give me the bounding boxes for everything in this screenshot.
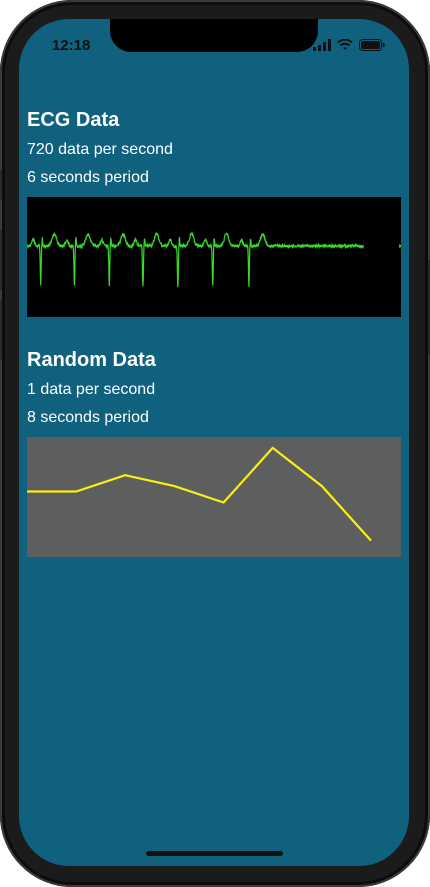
random-period-text: 8 seconds period [27,409,149,426]
ecg-period-text: 6 seconds period [27,169,149,186]
mute-switch [0,170,2,200]
phone-frame: 12:18 ECG Data 720 data per second 6 sec… [0,0,430,887]
random-section: Random Data 1 data per second 8 seconds … [27,348,401,428]
status-icons [313,38,385,52]
volume-up-button [0,230,2,290]
notch [110,19,318,52]
random-rate-text: 1 data per second [27,381,156,398]
battery-icon [359,39,385,51]
ecg-series-line-tail [398,243,401,248]
home-indicator[interactable] [146,851,283,856]
signal-icon [313,39,331,51]
ecg-chart [27,197,401,317]
random-title: Random Data [27,349,156,371]
app-screen: 12:18 ECG Data 720 data per second 6 sec… [19,19,409,866]
ecg-title: ECG Data [27,109,120,131]
random-chart-background [27,437,401,557]
status-time: 12:18 [52,37,91,54]
volume-down-button [0,300,2,360]
wifi-icon [337,39,353,50]
ecg-section: ECG Data 720 data per second 6 seconds p… [27,108,401,188]
random-chart [27,437,401,557]
ecg-rate-text: 720 data per second [27,141,173,158]
